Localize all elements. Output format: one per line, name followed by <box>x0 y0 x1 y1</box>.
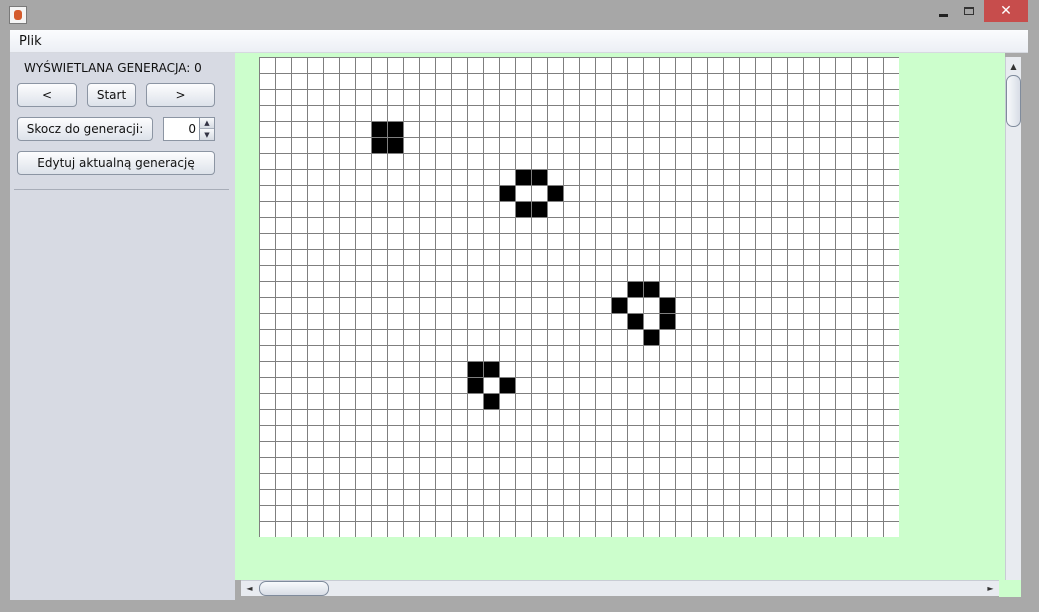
vertical-scroll-thumb[interactable] <box>1006 75 1021 127</box>
live-cell[interactable] <box>547 185 563 201</box>
live-cell[interactable] <box>483 393 499 409</box>
menu-item-file[interactable]: Plik <box>19 34 42 49</box>
control-panel: WYŚWIETLANA GENERACJA: 0 < Start > Skocz… <box>10 53 235 600</box>
java-icon <box>9 6 27 24</box>
edit-generation-button[interactable]: Edytuj aktualną generację <box>17 151 215 175</box>
scroll-right-icon[interactable]: ► <box>984 582 997 595</box>
maximize-icon <box>964 7 974 15</box>
board-scroll-pane <box>235 53 1005 580</box>
maximize-button[interactable] <box>952 0 986 22</box>
live-cell[interactable] <box>659 313 675 329</box>
minimize-icon <box>938 13 948 17</box>
scrollbar-corner <box>999 580 1021 597</box>
close-button[interactable]: ✕ <box>984 0 1028 22</box>
live-cell[interactable] <box>387 121 403 137</box>
live-cell[interactable] <box>643 329 659 345</box>
live-cell[interactable] <box>371 137 387 153</box>
live-cell[interactable] <box>387 137 403 153</box>
application-window: ✕ Plik WYŚWIETLANA GENERACJA: 0 < Start … <box>0 0 1039 612</box>
previous-generation-button[interactable]: < <box>17 83 77 107</box>
horizontal-scroll-thumb[interactable] <box>259 581 329 596</box>
title-bar[interactable]: ✕ <box>0 0 1039 30</box>
scroll-up-icon[interactable]: ▲ <box>1007 60 1020 73</box>
live-cell[interactable] <box>531 201 547 217</box>
scroll-left-icon[interactable]: ◄ <box>243 582 256 595</box>
spinner-up-icon[interactable]: ▲ <box>199 118 214 129</box>
live-cell[interactable] <box>499 377 515 393</box>
live-cell[interactable] <box>531 169 547 185</box>
live-cell[interactable] <box>627 281 643 297</box>
separator <box>14 189 229 190</box>
live-cell[interactable] <box>643 281 659 297</box>
start-button[interactable]: Start <box>87 83 136 107</box>
vertical-scrollbar[interactable]: ▲ ▼ <box>1005 57 1021 597</box>
live-cell[interactable] <box>659 297 675 313</box>
live-cell[interactable] <box>499 185 515 201</box>
generation-label: WYŚWIETLANA GENERACJA: 0 <box>24 61 202 75</box>
live-cell[interactable] <box>371 121 387 137</box>
generation-spinner[interactable]: 0 ▲ ▼ <box>163 117 215 141</box>
live-cell[interactable] <box>515 201 531 217</box>
live-cell[interactable] <box>483 361 499 377</box>
generation-spinner-value[interactable]: 0 <box>166 122 196 136</box>
live-cell[interactable] <box>467 361 483 377</box>
menu-bar: Plik <box>10 30 1028 53</box>
jump-to-generation-button[interactable]: Skocz do generacji: <box>17 117 153 141</box>
close-icon: ✕ <box>1000 3 1012 19</box>
life-board[interactable] <box>259 57 899 537</box>
live-cell[interactable] <box>515 169 531 185</box>
live-cell[interactable] <box>627 313 643 329</box>
spinner-down-icon[interactable]: ▼ <box>199 129 214 140</box>
live-cell[interactable] <box>611 297 627 313</box>
horizontal-scrollbar[interactable]: ◄ ► <box>241 580 999 596</box>
next-generation-button[interactable]: > <box>146 83 215 107</box>
live-cell[interactable] <box>467 377 483 393</box>
